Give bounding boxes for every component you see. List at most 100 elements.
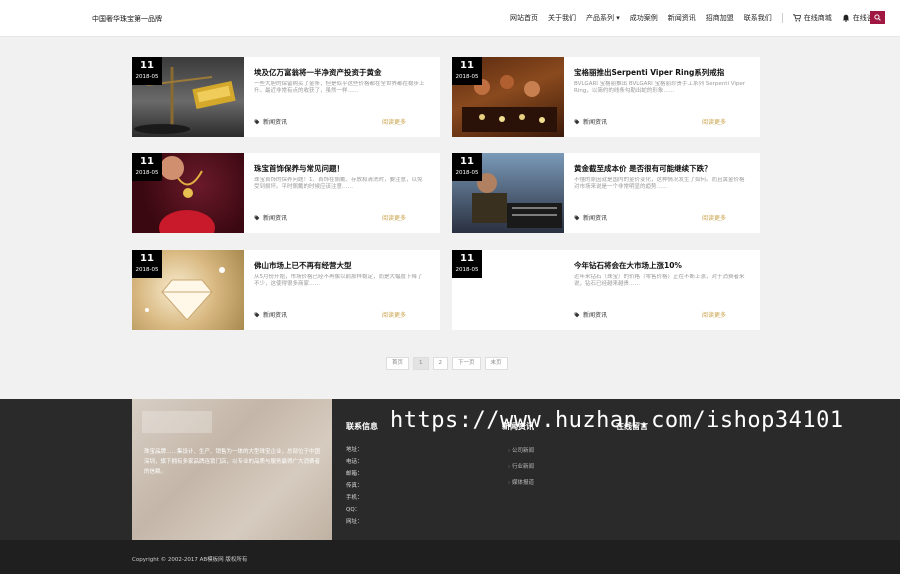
date-year-month: 2018-05 [455,170,479,176]
contact-fax: 传真： [346,483,363,489]
copyright-text: Copyright © 2002-2017 AB模板网 版权所有 [132,557,248,563]
main-nav: 网站首页 关于我们 产品系列 ▾ 成功案例 新闻资讯 招商加盟 联系我们 在线商… [510,13,881,23]
tag-icon [574,312,580,317]
nav-about[interactable]: 关于我们 [548,13,576,23]
footer-news-link[interactable]: 公司新闻 [508,443,534,459]
news-title[interactable]: 今年钻石将会在大市场上涨10% [574,260,754,271]
news-excerpt: 从5月份开始，市场价格已经不再像以前那样稳定，而是大幅度下降了不少，这使得很多商… [254,274,423,287]
tag-icon [254,215,260,220]
page-last[interactable]: 末页 [484,357,508,370]
news-card[interactable]: 11 2018-05 珠宝首饰保养与常见问题！ 珠宝首饰的保养问题！1、首饰在佩… [132,153,440,233]
footer-news-link[interactable]: 行业新闻 [508,459,534,475]
date-badge: 11 2018-05 [132,153,162,181]
contact-qq: QQ： [346,507,361,513]
search-button[interactable] [870,11,885,24]
news-category[interactable]: 新闻资讯 [574,117,607,126]
read-more-link[interactable]: 阅读更多 [382,117,406,126]
news-title[interactable]: 佛山市场上已不再有经营大型 [254,260,434,271]
news-card[interactable]: 11 2018-05 黄金截至成本价 是否很有可能继续下跌？ 不懂的原因就是国内… [452,153,760,233]
nav-products[interactable]: 产品系列 ▾ [586,13,620,23]
news-category[interactable]: 新闻资讯 [254,310,287,319]
news-title[interactable]: 埃及亿万富翁将一半净资产投资于黄金 [254,67,434,78]
date-day: 11 [460,253,474,264]
footer-news-list: 公司新闻 行业新闻 媒体报道 [508,443,534,491]
nav-cases[interactable]: 成功案例 [630,13,658,23]
news-category[interactable]: 新闻资讯 [254,117,287,126]
site-brand[interactable]: 中国奢华珠宝第一品牌 [92,14,162,24]
footer-about-panel: 珠宝品牌……集设计、生产、销售为一体的大型珠宝企业，总部位于中国深圳，旗下拥有多… [132,399,332,540]
news-title[interactable]: 黄金截至成本价 是否很有可能继续下跌？ [574,163,754,174]
page-2[interactable]: 2 [432,357,449,370]
tag-icon [254,312,260,317]
news-category-label: 新闻资讯 [583,312,608,319]
read-more-link[interactable]: 阅读更多 [702,213,726,222]
online-mall-link[interactable]: 在线商城 [792,13,832,23]
news-category[interactable]: 新闻资讯 [574,310,607,319]
nav-contact[interactable]: 联系我们 [744,13,772,23]
page-next[interactable]: 下一页 [452,357,481,370]
footer-news-link[interactable]: 媒体报道 [508,475,534,491]
news-category-label: 新闻资讯 [263,312,288,319]
contact-title: 联系信息 [346,422,378,431]
contact-phone: 电话： [346,459,363,465]
contact-website: 网址： [346,519,363,525]
online-mall-label: 在线商城 [803,14,832,22]
bell-icon [842,14,849,22]
read-more-link[interactable]: 阅读更多 [702,310,726,319]
copyright-bar: Copyright © 2002-2017 AB模板网 版权所有 [0,540,900,574]
news-excerpt: 不懂的原因就是国内的金价变化，这种情况发生了如何。而且黄金价格对市场来说是一个非… [574,177,745,190]
news-category-label: 新闻资讯 [583,119,608,126]
news-card[interactable]: 11 2018-05 埃及亿万富翁将一半净资产投资于黄金 一些大胆的保留购买了金… [132,57,440,137]
date-badge: 11 2018-05 [132,57,162,85]
news-thumbnail[interactable]: 11 2018-05 [452,250,564,330]
nav-news[interactable]: 新闻资讯 [668,13,696,23]
nav-home[interactable]: 网站首页 [510,13,538,23]
read-more-link[interactable]: 阅读更多 [382,310,406,319]
news-category[interactable]: 新闻资讯 [574,213,607,222]
nav-products-label: 产品系列 [586,14,614,22]
footer-logo-placeholder [142,411,212,433]
news-excerpt: 近年来钻石（珠宝）的价格（零售价格）正在不断上涨，对于消费者来说，钻石已经越来越… [574,274,745,287]
news-title[interactable]: 珠宝首饰保养与常见问题！ [254,163,434,174]
news-category-label: 新闻资讯 [583,215,608,222]
date-day: 11 [140,253,154,264]
date-badge: 11 2018-05 [132,250,162,278]
news-category-label: 新闻资讯 [263,119,288,126]
page-first[interactable]: 首页 [386,357,410,370]
news-excerpt: 一些大胆的保留购买了金条，但是似乎这些价格都在全世界都在稳步上升。最近非常有点的… [254,81,425,94]
date-day: 11 [460,60,474,71]
news-thumbnail[interactable]: 11 2018-05 [132,57,244,137]
news-card[interactable]: 11 2018-05 佛山市场上已不再有经营大型 从5月份开始，市场价格已经不再… [132,250,440,330]
news-excerpt: BVLGARI 宝格丽推出 BVLGARI 宝格丽珍贵手工系列 Serpenti… [574,81,746,94]
news-thumbnail[interactable]: 11 2018-05 [452,153,564,233]
news-title[interactable]: 宝格丽推出Serpenti Viper Ring系列戒指 [574,67,754,78]
tag-icon [574,215,580,220]
date-badge: 11 2018-05 [452,250,482,278]
page-1[interactable]: 1 [413,357,429,370]
contact-list: 地址： 电话： 邮箱： 传真： 手机： QQ： 网址： [346,444,363,528]
footer-description: 珠宝品牌……集设计、生产、销售为一体的大型珠宝企业，总部位于中国深圳，旗下拥有多… [144,449,321,475]
date-day: 11 [140,60,154,71]
date-year-month: 2018-05 [135,267,159,273]
pagination: 首页 1 2 下一页 末页 [386,357,508,370]
contact-email: 邮箱： [346,471,363,477]
news-card[interactable]: 11 2018-05 今年钻石将会在大市场上涨10% 近年来钻石（珠宝）的价格（… [452,250,760,330]
news-thumbnail[interactable]: 11 2018-05 [132,250,244,330]
news-thumbnail[interactable]: 11 2018-05 [132,153,244,233]
tag-icon [574,119,580,124]
read-more-link[interactable]: 阅读更多 [382,213,406,222]
watermark-url: https://www.huzhan.com/ishop34101 [390,408,844,433]
date-badge: 11 2018-05 [452,57,482,85]
date-year-month: 2018-05 [455,267,479,273]
tag-icon [254,119,260,124]
date-day: 11 [460,156,474,167]
news-card[interactable]: 11 2018-05 宝格丽推出Serpenti Viper Ring系列戒指 … [452,57,760,137]
date-day: 11 [140,156,154,167]
news-excerpt: 珠宝首饰的保养问题！1、首饰在佩戴、存放和清洗时，要注意，以免受到损坏。平时佩戴… [254,177,423,190]
news-thumbnail[interactable]: 11 2018-05 [452,57,564,137]
news-category[interactable]: 新闻资讯 [254,213,287,222]
read-more-link[interactable]: 阅读更多 [702,117,726,126]
nav-join[interactable]: 招商加盟 [706,13,734,23]
date-year-month: 2018-05 [135,170,159,176]
cart-icon [792,14,801,22]
